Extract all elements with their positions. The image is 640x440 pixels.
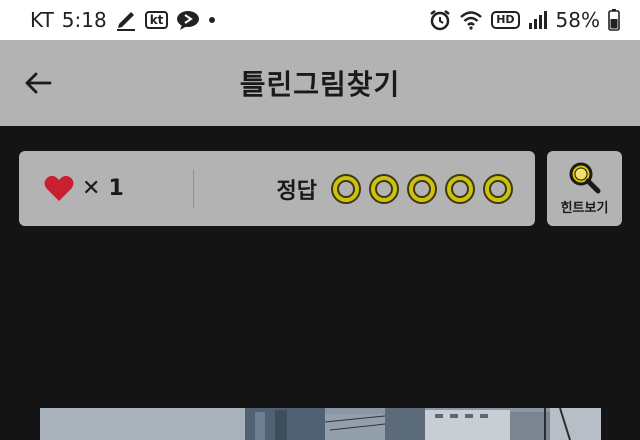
game-status-panel: ✕ 1 정답 <box>19 151 535 226</box>
status-bar: KT 5:18 kt HD 58% <box>0 0 640 40</box>
answer-slot-2 <box>369 173 399 204</box>
app-bar: 틀린그림찾기 <box>0 40 640 126</box>
hint-label: 힌트보기 <box>560 201 609 216</box>
heart-icon <box>44 175 74 202</box>
wifi-icon <box>459 10 483 30</box>
pen-icon <box>115 9 137 31</box>
kt-icon: kt <box>144 11 169 29</box>
puzzle-image-graphic <box>40 408 601 440</box>
back-button[interactable] <box>22 67 54 99</box>
hint-button[interactable]: 힌트보기 <box>547 151 622 226</box>
lives-count: 1 <box>108 176 124 201</box>
answer-slot-1 <box>331 173 361 204</box>
arrow-left-icon <box>25 72 52 94</box>
dot-icon <box>208 16 216 24</box>
chat-bubble-icon <box>176 10 200 30</box>
answer-slot-4 <box>445 173 475 204</box>
hd-icon: HD <box>491 11 520 29</box>
status-bar-left: KT 5:18 kt <box>30 8 216 32</box>
page-title: 틀린그림찾기 <box>239 68 401 101</box>
clock: 5:18 <box>61 8 107 32</box>
answer-slot-3 <box>407 173 437 204</box>
puzzle-image[interactable] <box>40 408 601 440</box>
status-bar-right: HD 58% <box>429 8 620 32</box>
magnifier-icon <box>569 162 600 194</box>
battery-percent: 58% <box>555 8 600 32</box>
answer-slot-5 <box>483 173 513 204</box>
carrier-label: KT <box>30 8 54 32</box>
alarm-icon <box>429 9 451 31</box>
battery-icon <box>608 9 620 31</box>
answers-indicator: 정답 <box>194 173 535 205</box>
answers-label: 정답 <box>276 178 317 204</box>
lives-multiplier: ✕ <box>82 176 101 201</box>
lives-indicator: ✕ 1 <box>19 175 193 202</box>
signal-icon <box>528 10 548 30</box>
